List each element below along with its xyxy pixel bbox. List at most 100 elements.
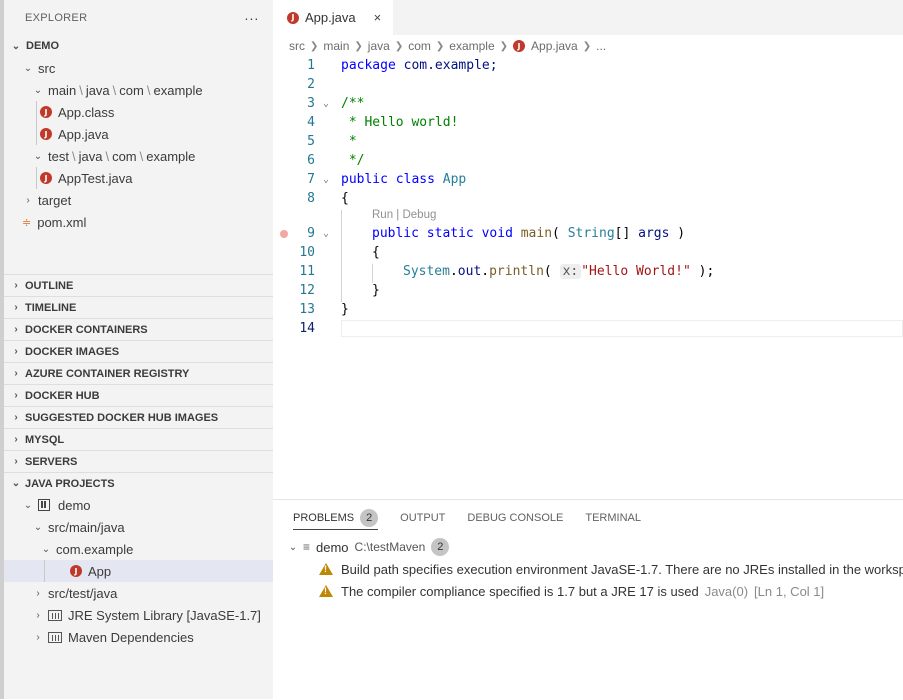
breadcrumb-item[interactable]: src (289, 39, 305, 53)
section-mysql[interactable]: › MYSQL (4, 428, 273, 450)
chevron-right-icon: ❯ (582, 40, 592, 52)
section-java-projects[interactable]: ⌄ JAVA PROJECTS (4, 472, 273, 494)
folder-label: src/test/java (48, 585, 118, 601)
close-icon[interactable]: × (374, 10, 382, 25)
chevron-right-icon: ❯ (499, 40, 509, 52)
tab-terminal[interactable]: TERMINAL (585, 500, 641, 536)
folder-target[interactable]: › target (4, 189, 273, 211)
folder-src[interactable]: ⌄ src (4, 57, 273, 79)
chevron-right-icon: › (36, 609, 40, 621)
fold-chevron-icon[interactable]: ⌄ (323, 98, 329, 109)
source-folder-test[interactable]: › src/test/java (4, 582, 273, 604)
problem-group-demo[interactable]: ⌄ ≡ demo C:\testMaven 2 (287, 536, 450, 558)
section-timeline[interactable]: › TIMELINE (4, 296, 273, 318)
line-number: 3 (307, 96, 315, 111)
section-suggested-docker-hub-images[interactable]: › SUGGESTED DOCKER HUB IMAGES (4, 406, 273, 428)
jre-system-library[interactable]: › JRE System Library [JavaSE-1.7] (4, 604, 273, 626)
group-path: C:\testMaven (354, 540, 426, 554)
code-line: /** (341, 96, 365, 111)
breadcrumb-item[interactable]: main (323, 39, 349, 53)
tab-problems[interactable]: PROBLEMS 2 (293, 500, 379, 536)
section-azure-container-registry[interactable]: › AZURE CONTAINER REGISTRY (4, 362, 273, 384)
package-com-example[interactable]: ⌄ com.example (4, 538, 273, 560)
folder-demo-root[interactable]: ⌄ DEMO (4, 35, 273, 57)
folder-main-java-com-example[interactable]: ⌄ main \ java \ com \ example (4, 79, 273, 101)
chevron-right-icon: ❯ (310, 40, 319, 52)
more-actions-icon[interactable]: ··· (244, 10, 259, 26)
explorer-title: EXPLORER (25, 11, 88, 24)
path-segment: java (78, 148, 103, 164)
fold-chevron-icon[interactable]: ⌄ (323, 174, 329, 185)
line-number: 12 (299, 283, 315, 298)
code-line: * Hello world! (341, 115, 459, 130)
java-project-demo[interactable]: ⌄ demo (4, 494, 273, 516)
bottom-panel: PROBLEMS 2 OUTPUT DEBUG CONSOLE TERMINAL… (273, 499, 903, 700)
inlay-hint: x: (559, 264, 582, 279)
problem-item[interactable]: The compiler compliance specified is 1.7… (319, 580, 824, 602)
chevron-right-icon: › (14, 368, 18, 379)
tab-label: DEBUG CONSOLE (467, 512, 564, 524)
file-app-java[interactable]: J App.java (4, 123, 273, 145)
warning-icon (319, 563, 333, 575)
editor-area: J App.java × src ❯ main ❯ java ❯ com ❯ examp… (273, 0, 903, 700)
path-segment: com (119, 82, 144, 98)
breakpoint-icon[interactable] (280, 230, 288, 238)
indent-guide (36, 123, 37, 145)
indent-guide (341, 210, 342, 302)
problem-location: [Ln 1, Col 1] (754, 583, 825, 599)
section-label: JAVA PROJECTS (25, 477, 115, 490)
tab-debug-console[interactable]: DEBUG CONSOLE (467, 500, 563, 536)
chevron-right-icon: ❯ (354, 40, 363, 52)
code-line: */ (341, 153, 365, 168)
chevron-right-icon: › (14, 390, 18, 401)
tab-app-java[interactable]: J App.java × (273, 0, 393, 35)
maven-dependencies[interactable]: › Maven Dependencies (4, 626, 273, 648)
chevron-right-icon: ❯ (435, 40, 445, 52)
problems-count-badge: 2 (360, 509, 379, 527)
folder-test-java-com-example[interactable]: ⌄ test \ java \ com \ example (4, 145, 273, 167)
section-label: TIMELINE (25, 301, 77, 314)
folder-label: target (38, 192, 72, 208)
file-label: AppTest.java (58, 170, 133, 186)
line-number: 5 (307, 134, 315, 149)
section-servers[interactable]: › SERVERS (4, 450, 273, 472)
problem-source: Java(0) (704, 583, 749, 599)
chevron-down-icon: ⌄ (33, 150, 43, 162)
problem-message: The compiler compliance specified is 1.7… (341, 583, 699, 599)
breadcrumb-item[interactable]: com (408, 39, 431, 53)
section-docker-containers[interactable]: › DOCKER CONTAINERS (4, 318, 273, 340)
chevron-down-icon: ⌄ (33, 521, 43, 533)
source-folder-main[interactable]: ⌄ src/main/java (4, 516, 273, 538)
file-app-test-java[interactable]: J AppTest.java (4, 167, 273, 189)
tab-output[interactable]: OUTPUT (400, 500, 445, 536)
class-app[interactable]: J App (4, 560, 273, 582)
path-segment: java (85, 82, 110, 98)
tab-bar: J App.java × (273, 0, 903, 35)
line-number: 7 (307, 172, 315, 187)
chevron-down-icon: ⌄ (23, 499, 33, 511)
breadcrumb-item[interactable]: ... (596, 39, 606, 53)
file-label: pom.xml (37, 214, 87, 230)
line-number: 4 (307, 115, 315, 130)
chevron-right-icon: › (36, 587, 40, 599)
section-docker-images[interactable]: › DOCKER IMAGES (4, 340, 273, 362)
breadcrumb-item[interactable]: java (368, 39, 390, 53)
file-pom-xml[interactable]: ≑ pom.xml (4, 211, 273, 233)
section-outline[interactable]: › OUTLINE (4, 274, 273, 296)
file-app-class[interactable]: J App.class (4, 101, 273, 123)
breadcrumb-item[interactable]: example (449, 39, 494, 53)
project-label: demo (58, 497, 91, 513)
folder-label: src/main/java (48, 519, 125, 535)
codelens-run-debug[interactable]: Run | Debug (372, 209, 436, 221)
section-label: SUGGESTED DOCKER HUB IMAGES (25, 411, 219, 424)
fold-chevron-icon[interactable]: ⌄ (323, 228, 329, 239)
problem-item[interactable]: Build path specifies execution environme… (319, 558, 903, 580)
class-label: App (88, 563, 112, 579)
code-line: { (341, 191, 349, 206)
breadcrumb-item[interactable]: App.java (531, 39, 578, 53)
section-docker-hub[interactable]: › DOCKER HUB (4, 384, 273, 406)
indent-guide (372, 264, 373, 283)
line-number: 13 (299, 302, 315, 317)
file-icon: ≡ (303, 540, 311, 554)
path-segment: example (146, 148, 196, 164)
